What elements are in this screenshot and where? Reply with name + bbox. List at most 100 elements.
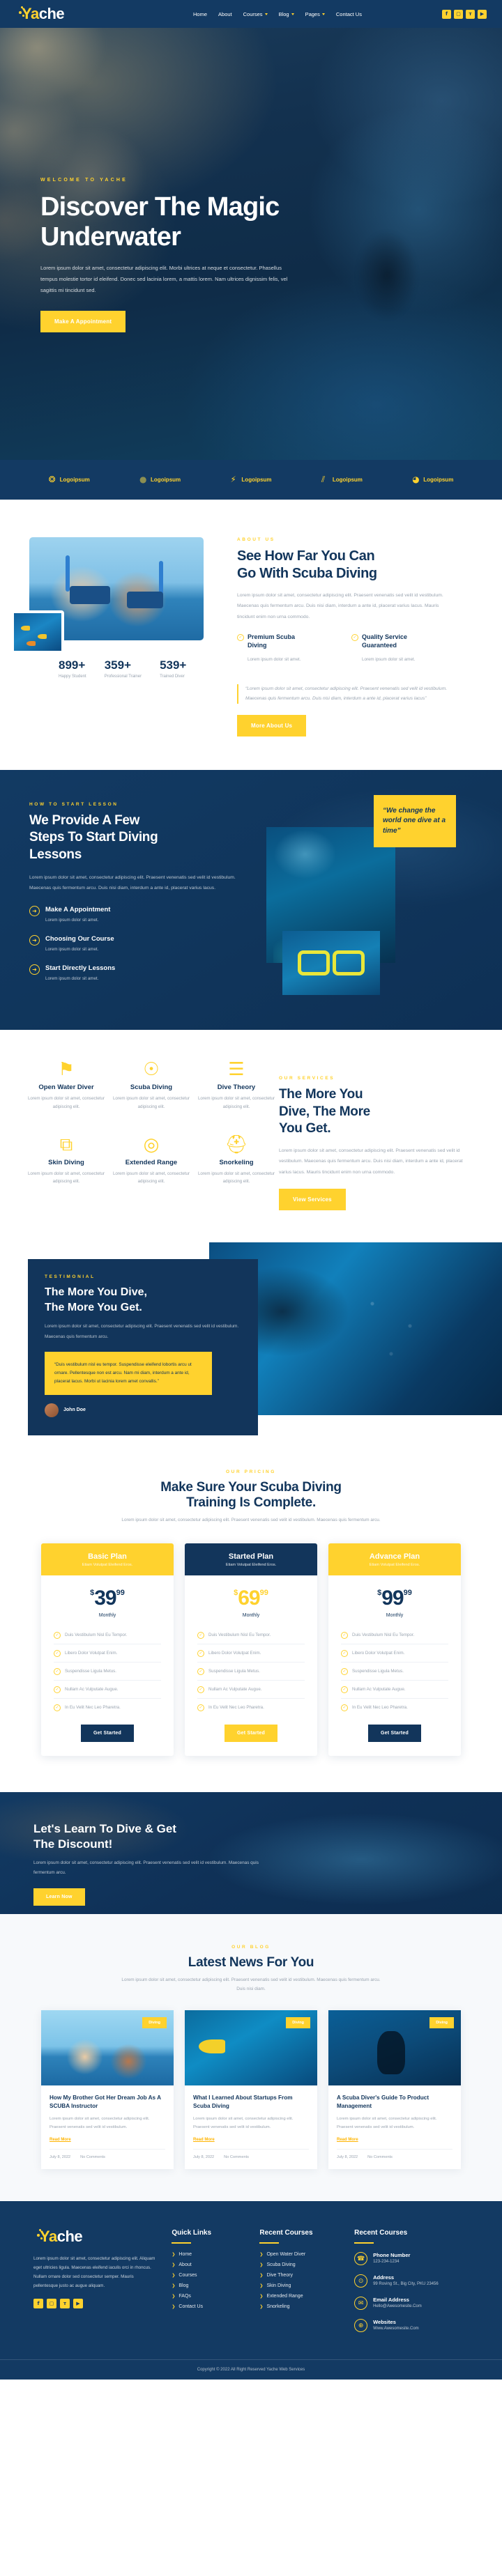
contact-label: Address <box>373 2274 395 2281</box>
partner-logo[interactable]: ● Logoipsum <box>139 475 181 484</box>
stat-item: 539+ Trained Diver <box>160 658 186 679</box>
footer-link-item[interactable]: ❯ Home <box>172 2252 245 2257</box>
plan-get-started-button[interactable]: Get Started <box>81 1724 134 1742</box>
hero-content: WELCOME TO YACHE Discover The Magic Unde… <box>0 28 328 333</box>
footer-link[interactable]: Contact Us <box>178 2304 203 2309</box>
chevron-right-icon: ❯ <box>172 2283 176 2289</box>
contact-value[interactable]: 123-234-1234 <box>373 2260 410 2264</box>
post-body: How My Brother Got Her Dream Job As A SC… <box>41 2085 174 2169</box>
instagram-icon[interactable]: ▢ <box>47 2299 56 2309</box>
footer-link-item[interactable]: ❯ Dive Theory <box>259 2273 340 2278</box>
service-card[interactable]: ⛑ Snorkeling Lorem ipsum dolor sit amet,… <box>194 1136 279 1195</box>
about-images: 899+ Happy Student 359+ Professional Tra… <box>0 537 237 736</box>
nav-item-pages[interactable]: Pages <box>305 11 325 17</box>
plan-price: $6999 <box>185 1587 317 1610</box>
footer-link[interactable]: Dive Theory <box>266 2273 293 2278</box>
footer-link-item[interactable]: ❯ Scuba Diving <box>259 2262 340 2267</box>
service-card[interactable]: ☉ Scuba Diving Lorem ipsum dolor sit ame… <box>109 1061 194 1120</box>
read-more-link[interactable]: Read More <box>50 2138 165 2142</box>
footer-link[interactable]: Snorkeling <box>266 2304 289 2309</box>
footer-link[interactable]: About <box>178 2262 191 2267</box>
footer-link[interactable]: Scuba Diving <box>266 2262 295 2267</box>
nav-item-contact-us[interactable]: Contact Us <box>336 11 362 17</box>
nav-item-blog[interactable]: Blog <box>279 11 294 17</box>
footer-copyright: Copyright © 2022 All Right Reserved Yach… <box>0 2359 502 2380</box>
twitter-icon[interactable]: ᴛ <box>60 2299 70 2309</box>
footer-link[interactable]: Home <box>178 2252 192 2257</box>
footer-link-item[interactable]: ❯ Blog <box>172 2283 245 2288</box>
hero-appointment-button[interactable]: Make A Appointment <box>40 311 126 333</box>
footer-about-column: Yache Lorem ipsum dolor sit amet, consec… <box>33 2229 158 2341</box>
post-tag-badge[interactable]: Diving <box>429 2017 454 2029</box>
footer-link[interactable]: Open Water Diver <box>266 2252 305 2257</box>
cta-title-line2: The Discount! <box>33 1837 113 1851</box>
plan-period: Monthly <box>386 1612 404 1618</box>
footer-link-item[interactable]: ❯ Contact Us <box>172 2304 245 2309</box>
nav-label: Blog <box>278 10 289 17</box>
footer-link-item[interactable]: ❯ FAQs <box>172 2294 245 2299</box>
post-title[interactable]: A Scuba Diver's Guide To Product Managem… <box>337 2094 452 2111</box>
post-tag-badge[interactable]: Diving <box>286 2017 310 2029</box>
bubbles-shape <box>335 1270 460 1382</box>
blog-post-card[interactable]: Diving A Scuba Diver's Guide To Product … <box>328 2010 461 2170</box>
check-circle-icon: ✓ <box>54 1686 61 1693</box>
blog-post-card[interactable]: Diving How My Brother Got Her Dream Job … <box>41 2010 174 2170</box>
diver-mask-photo <box>282 930 380 995</box>
footer-link[interactable]: Blog <box>178 2283 188 2288</box>
footer-link-item[interactable]: ❯ Snorkeling <box>259 2304 340 2309</box>
footer-link-item[interactable]: ❯ Open Water Diver <box>259 2252 340 2257</box>
nav-item-courses[interactable]: Courses <box>243 11 268 17</box>
cta-learn-now-button[interactable]: Learn Now <box>33 1888 85 1906</box>
footer-link[interactable]: Skin Diving <box>266 2283 291 2288</box>
logo[interactable]: Yache <box>15 6 99 22</box>
post-title[interactable]: What I Learned About Startups From Scuba… <box>193 2094 309 2111</box>
instagram-icon[interactable]: ▢ <box>454 9 463 19</box>
footer-link-item[interactable]: ❯ Courses <box>172 2273 245 2278</box>
footer-link[interactable]: FAQs <box>178 2294 191 2299</box>
view-services-button[interactable]: View Services <box>279 1188 346 1210</box>
blog-post-card[interactable]: Diving What I Learned About Startups Fro… <box>185 2010 317 2170</box>
youtube-icon[interactable]: ▶ <box>478 9 487 19</box>
footer-link[interactable]: Extended Range <box>266 2294 303 2299</box>
footer-logo[interactable]: Yache <box>33 2229 117 2244</box>
more-about-us-button[interactable]: More About Us <box>237 714 307 736</box>
services-grid: ⚑ Open Water Diver Lorem ipsum dolor sit… <box>0 1061 279 1210</box>
contact-value[interactable]: Www.Awesomesite.Com <box>373 2327 419 2331</box>
partner-logo[interactable]: ⚡ Logoipsum <box>230 475 271 484</box>
post-title[interactable]: How My Brother Got Her Dream Job As A SC… <box>50 2094 165 2111</box>
twitter-icon[interactable]: ᴛ <box>466 9 475 19</box>
read-more-link[interactable]: Read More <box>193 2138 309 2142</box>
footer-link-item[interactable]: ❯ Skin Diving <box>259 2283 340 2288</box>
footer-link-item[interactable]: ❯ Extended Range <box>259 2294 340 2299</box>
plan-get-started-button[interactable]: Get Started <box>225 1724 277 1742</box>
service-card[interactable]: ⧉ Skin Diving Lorem ipsum dolor sit amet… <box>24 1136 109 1195</box>
step-item: ➜ Choosing Our Course Lorem ipsum dolor … <box>29 935 251 955</box>
nav-item-home[interactable]: Home <box>193 11 207 17</box>
post-comments: No Comments <box>224 2155 249 2160</box>
chevron-right-icon: ❯ <box>259 2262 264 2268</box>
avatar <box>45 1403 59 1417</box>
nav-item-about[interactable]: About <box>218 11 232 17</box>
about-content: ABOUT US See How Far You Can Go With Scu… <box>237 537 474 736</box>
contact-value[interactable]: Hello@Awesomesite.Com <box>373 2304 422 2308</box>
contact-label: Websites <box>373 2319 396 2326</box>
partner-logo[interactable]: ❂ Logoipsum <box>49 475 90 484</box>
facebook-icon[interactable]: f <box>442 9 451 19</box>
testimonial-title-line1: The More You Dive, <box>45 1286 147 1298</box>
partner-logo[interactable]: ⫽ Logoipsum <box>321 475 363 484</box>
plan-feature-label: Libero Dolor Volutpat Enim. <box>208 1650 261 1656</box>
service-card[interactable]: ⚑ Open Water Diver Lorem ipsum dolor sit… <box>24 1061 109 1120</box>
service-card[interactable]: ☰ Dive Theory Lorem ipsum dolor sit amet… <box>194 1061 279 1120</box>
youtube-icon[interactable]: ▶ <box>73 2299 83 2309</box>
about-title-line2: Go With Scuba Diving <box>237 566 377 581</box>
footer-link[interactable]: Courses <box>178 2273 197 2278</box>
service-card[interactable]: ◎ Extended Range Lorem ipsum dolor sit a… <box>109 1136 194 1195</box>
read-more-link[interactable]: Read More <box>337 2138 452 2142</box>
post-tag-badge[interactable]: Diving <box>142 2017 167 2029</box>
post-thumbnail: Diving <box>41 2010 174 2086</box>
fish-shape <box>38 634 47 639</box>
partner-logo[interactable]: ◕ Logoipsum <box>412 475 453 484</box>
facebook-icon[interactable]: f <box>33 2299 43 2309</box>
footer-link-item[interactable]: ❯ About <box>172 2262 245 2267</box>
plan-get-started-button[interactable]: Get Started <box>368 1724 421 1742</box>
